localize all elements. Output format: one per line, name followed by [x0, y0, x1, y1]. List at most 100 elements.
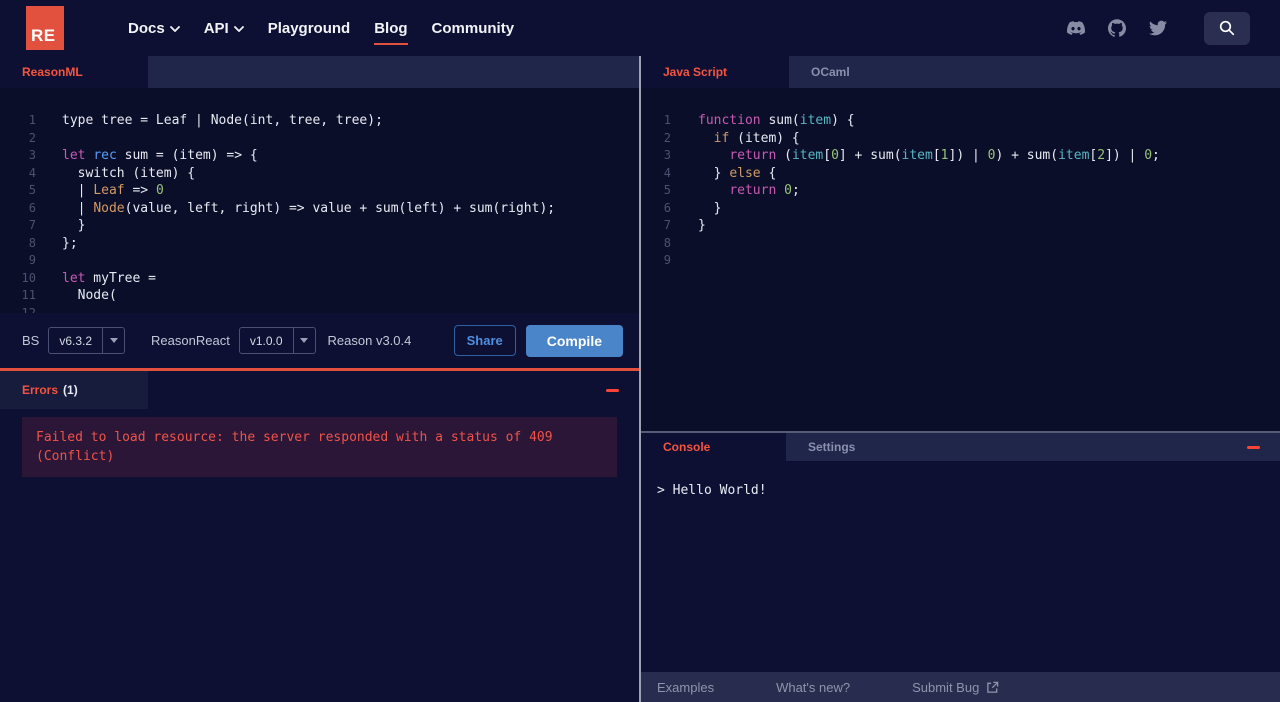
errors-header: Errors (1) — [0, 371, 639, 409]
code-line: return (item[0] + sum(item[1]) | 0) + su… — [729, 148, 1160, 163]
chevron-down-icon — [292, 328, 315, 353]
code-line: let rec sum = (item) => { — [62, 148, 258, 163]
nav-item-label: API — [203, 19, 229, 37]
code-line: } — [698, 218, 706, 233]
compile-button[interactable]: Compile — [525, 324, 623, 357]
errors-title: Errors — [22, 383, 59, 397]
reasonreact-label: ReasonReact — [151, 333, 230, 348]
code-line: | Node(value, left, right) => value + su… — [62, 200, 556, 216]
collapse-console-icon[interactable] — [1247, 445, 1260, 449]
code-area[interactable]: type tree = Leaf | Node(int, tree, tree)… — [46, 88, 639, 313]
line-number: 5 — [663, 183, 671, 197]
tab-errors[interactable]: Errors (1) — [0, 371, 148, 409]
code-line: }; — [62, 235, 78, 251]
line-number-gutter: 123456789101112131415161718 — [0, 88, 46, 313]
tab-label: OCaml — [811, 65, 850, 79]
bs-version-select[interactable]: v6.3.2 — [48, 327, 126, 354]
submit-bug-link[interactable]: Submit Bug — [912, 680, 999, 695]
left-pane-filler — [0, 477, 639, 702]
search-button[interactable] — [1204, 11, 1250, 45]
code-line: Node( — [62, 288, 117, 303]
logo-text: RE — [31, 26, 56, 45]
right-tabbar: Java Script OCaml — [641, 56, 1280, 88]
tab-settings[interactable]: Settings — [786, 433, 877, 461]
code-line: switch (item) { — [62, 165, 196, 181]
tab-label: Settings — [808, 440, 856, 454]
reason-version-text: Reason v3.0.4 — [327, 333, 412, 348]
line-number: 9 — [663, 253, 671, 267]
tab-label: ReasonML — [22, 65, 83, 79]
nav-item-api[interactable]: API — [204, 20, 244, 37]
tab-console[interactable]: Console — [641, 433, 786, 461]
code-line: } — [62, 218, 86, 233]
javascript-output-editor[interactable]: 1 2 3 4 5 6 7 8 9 function sum(item) { if (item)… — [641, 88, 1280, 431]
playground-footer: Examples What's new? Submit Bug — [641, 672, 1280, 702]
nav-item-blog[interactable]: Blog — [374, 19, 408, 45]
nav-item-docs[interactable]: Docs — [128, 20, 180, 37]
nav-menu: Docs API Playground Blog Community — [128, 19, 515, 45]
footer-link-label: What's new? — [776, 679, 851, 695]
line-number: 9 — [28, 253, 36, 267]
reason-editor[interactable]: 123456789101112131415161718 type tree = … — [0, 88, 639, 313]
line-number-gutter: 1 2 3 4 5 6 7 8 9 — [641, 88, 679, 431]
line-number: 2 — [28, 130, 36, 145]
left-tabbar: ReasonML — [0, 56, 639, 88]
line-number: 8 — [28, 235, 36, 250]
reason-logo[interactable]: RE — [26, 6, 64, 50]
line-number: 3 — [663, 148, 671, 162]
search-icon — [1219, 20, 1235, 36]
line-number: 7 — [28, 218, 36, 232]
tab-javascript[interactable]: Java Script — [641, 56, 789, 88]
line-number: 12 — [21, 305, 36, 314]
reasonreact-version-select[interactable]: v1.0.0 — [238, 327, 316, 354]
line-number: 8 — [663, 235, 671, 250]
tab-reasonml[interactable]: ReasonML — [0, 56, 148, 88]
main-split: ReasonML 123456789101112131415161718 typ… — [0, 56, 1280, 702]
bs-version-value: v6.3.2 — [59, 333, 93, 348]
examples-link[interactable]: Examples — [657, 680, 714, 695]
console-output-line: > Hello World! — [657, 483, 767, 498]
line-number: 6 — [28, 200, 36, 215]
code-area: function sum(item) { if (item) { return … — [679, 88, 1280, 431]
code-line: } else { — [698, 165, 777, 181]
share-button[interactable]: Share — [453, 325, 516, 356]
bs-label: BS — [22, 333, 40, 348]
code-line: let myTree = — [62, 270, 156, 286]
line-number: 6 — [663, 200, 671, 215]
discord-icon[interactable] — [1067, 19, 1085, 37]
right-pane: Java Script OCaml 1 2 3 4 5 6 7 8 9 function sum… — [641, 56, 1280, 702]
code-line: | Leaf => 0 — [62, 183, 164, 198]
line-number: 7 — [663, 218, 671, 232]
nav-item-label: Blog — [374, 19, 408, 37]
reasonreact-version-value: v1.0.0 — [249, 333, 283, 348]
footer-link-label: Submit Bug — [912, 679, 980, 695]
console-tabbar: Console Settings — [641, 433, 1280, 461]
twitter-icon[interactable] — [1149, 19, 1167, 37]
chevron-down-icon — [233, 26, 244, 32]
external-link-icon — [986, 681, 999, 694]
line-number: 3 — [28, 148, 36, 162]
line-number: 2 — [663, 130, 671, 145]
line-number: 5 — [28, 183, 36, 197]
code-line: function sum(item) { — [698, 113, 855, 128]
collapse-errors-icon[interactable] — [606, 388, 619, 392]
nav-item-community[interactable]: Community — [432, 20, 515, 37]
line-number: 10 — [21, 270, 36, 285]
whats-new-link[interactable]: What's new? — [776, 680, 850, 695]
code-line: return 0; — [729, 183, 800, 198]
tab-ocaml[interactable]: OCaml — [789, 56, 872, 88]
line-number: 11 — [21, 288, 36, 302]
code-line: type tree = Leaf | Node(int, tree, tree)… — [62, 113, 383, 128]
tab-label: Console — [663, 440, 711, 454]
github-icon[interactable] — [1108, 19, 1126, 37]
nav-item-playground[interactable]: Playground — [268, 20, 351, 37]
line-number: 1 — [28, 113, 36, 127]
nav-item-label: Docs — [128, 19, 165, 37]
footer-link-label: Examples — [657, 679, 715, 695]
errors-count-badge: (1) — [63, 383, 78, 397]
code-line: if (item) { — [713, 130, 800, 146]
